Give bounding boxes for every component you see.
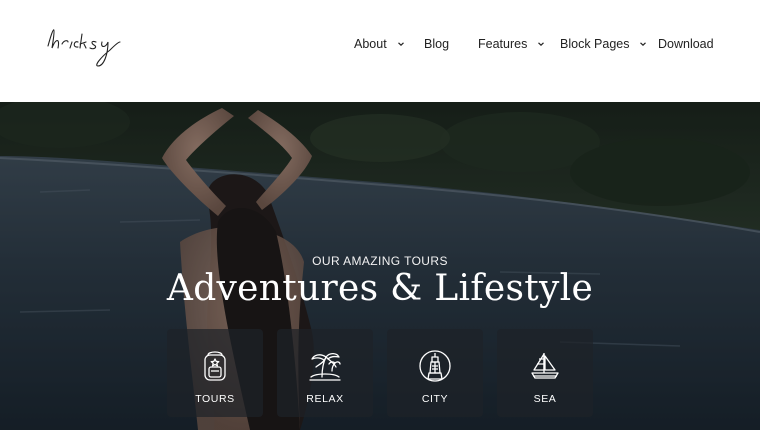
palm-island-icon bbox=[308, 349, 342, 383]
backpack-icon bbox=[198, 349, 232, 383]
hero-eyebrow: OUR AMAZING TOURS bbox=[312, 254, 448, 268]
category-card-sea[interactable]: SEA bbox=[497, 329, 593, 417]
card-label: TOURS bbox=[195, 393, 235, 405]
chevron-down-icon bbox=[537, 40, 545, 48]
chevron-down-icon bbox=[639, 40, 647, 48]
nav-item-block-pages[interactable]: Block Pages bbox=[560, 34, 647, 54]
brand-logo[interactable] bbox=[44, 20, 124, 70]
hero-section: OUR AMAZING TOURS Adventures & Lifestyle… bbox=[0, 102, 760, 430]
nav-label: About bbox=[354, 37, 387, 51]
logo-signature bbox=[47, 29, 121, 67]
sailboat-icon bbox=[528, 349, 562, 383]
nav-label: Block Pages bbox=[560, 37, 630, 51]
site-header: About Blog Features Block Pages Download bbox=[0, 0, 760, 102]
category-card-relax[interactable]: RELAX bbox=[277, 329, 373, 417]
nav-item-blog[interactable]: Blog bbox=[424, 34, 449, 54]
card-label: SEA bbox=[533, 393, 557, 405]
category-card-city[interactable]: CITY bbox=[387, 329, 483, 417]
nav-item-download[interactable]: Download bbox=[658, 34, 714, 54]
nav-label: Blog bbox=[424, 37, 450, 51]
tower-icon bbox=[418, 349, 452, 383]
nav-item-features[interactable]: Features bbox=[478, 34, 545, 54]
chevron-down-icon bbox=[397, 40, 405, 48]
hero-headline: Adventures & Lifestyle bbox=[166, 268, 594, 309]
card-label: RELAX bbox=[306, 393, 344, 405]
nav-label: Features bbox=[478, 37, 528, 51]
nav-item-about[interactable]: About bbox=[354, 34, 405, 54]
card-label: CITY bbox=[421, 393, 449, 405]
category-card-tours[interactable]: TOURS bbox=[167, 329, 263, 417]
nav-label: Download bbox=[658, 37, 714, 51]
